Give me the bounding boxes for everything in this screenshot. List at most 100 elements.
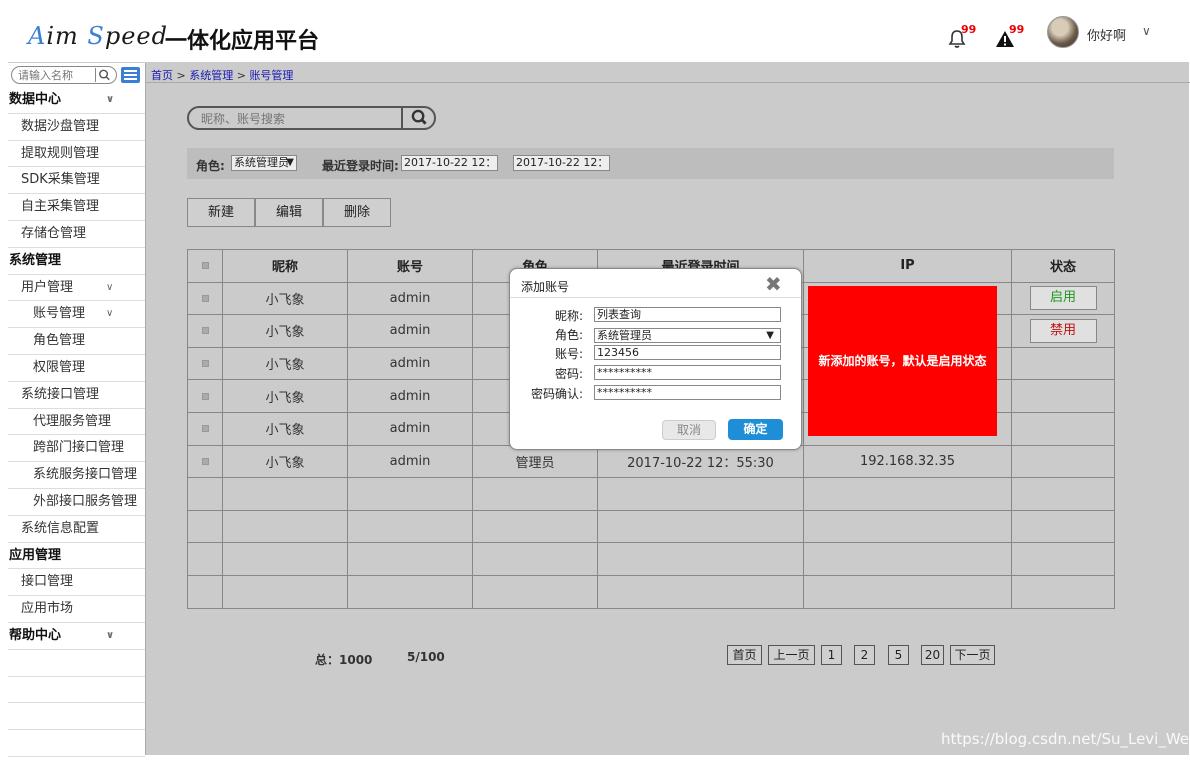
table-cell-nickname: 小飞象: [222, 314, 348, 348]
pager-page-5[interactable]: 5: [888, 645, 909, 665]
sidebar-item[interactable]: 系统管理: [8, 248, 145, 275]
row-select-cell[interactable]: [187, 444, 223, 479]
sidebar-item-label: 系统服务接口管理: [33, 467, 138, 483]
row-select-cell[interactable]: [187, 411, 223, 446]
password-label: 密码:: [554, 367, 583, 381]
confirm-button[interactable]: 确定: [728, 419, 783, 440]
checkbox[interactable]: [201, 327, 209, 335]
sidebar-item[interactable]: 接口管理: [8, 569, 145, 597]
sidebar-search: [11, 66, 117, 84]
cancel-button[interactable]: 取消: [662, 420, 716, 440]
enable-button[interactable]: 启用: [1029, 286, 1097, 311]
confirm-password-label: 密码确认:: [530, 387, 583, 401]
table-cell-status: [1011, 379, 1115, 413]
sidebar-item-label: 账号管理: [33, 306, 86, 322]
sidebar-item[interactable]: 角色管理: [8, 328, 145, 355]
divider: [510, 297, 801, 298]
sidebar-item[interactable]: 系统接口管理: [8, 382, 145, 409]
table-cell-status: [1011, 444, 1115, 479]
row-select-cell[interactable]: [187, 379, 223, 413]
table-cell-account: admin: [347, 281, 473, 316]
table-cell-empty: [472, 509, 598, 544]
breadcrumb-home[interactable]: 首页: [151, 69, 173, 82]
row-select-cell[interactable]: [187, 346, 223, 381]
sidebar-search-input[interactable]: [18, 68, 93, 82]
delete-button[interactable]: 删除: [323, 198, 391, 227]
role-filter-label: 角色:: [196, 159, 225, 173]
checkbox[interactable]: [201, 425, 209, 433]
sidebar-item[interactable]: 存储仓管理: [8, 221, 145, 248]
chevron-down-icon[interactable]: ∨: [1142, 24, 1151, 38]
account-field[interactable]: 123456: [594, 345, 781, 360]
pager-page-20[interactable]: 20: [921, 645, 944, 665]
sidebar-item[interactable]: SDK采集管理: [8, 167, 145, 195]
role-filter-select[interactable]: 系统管理员 ▼: [231, 155, 297, 171]
row-select-cell[interactable]: [187, 314, 223, 348]
pager-page-1[interactable]: 1: [821, 645, 842, 665]
search-icon[interactable]: [95, 68, 113, 82]
pager-first[interactable]: 首页: [727, 645, 762, 665]
pager-next[interactable]: 下一页: [950, 645, 995, 665]
sidebar-item[interactable]: 数据中心 ∨: [8, 87, 145, 114]
table-cell-empty: [1011, 477, 1115, 511]
checkbox[interactable]: [201, 294, 209, 302]
sidebar-item[interactable]: 用户管理 ∨: [8, 275, 145, 302]
checkbox[interactable]: [201, 262, 209, 270]
nickname-label: 昵称:: [554, 309, 583, 323]
sidebar-item[interactable]: 帮助中心 ∨: [8, 623, 145, 650]
close-icon[interactable]: ✖: [765, 272, 782, 296]
table-cell-empty: [1011, 509, 1115, 544]
sidebar-empty-row: [8, 650, 145, 677]
table-cell-empty: [222, 574, 348, 609]
breadcrumb-system[interactable]: 系统管理: [189, 69, 233, 82]
sidebar-item[interactable]: 系统服务接口管理: [8, 462, 145, 489]
role-select[interactable]: 系统管理员 ▼: [594, 328, 781, 343]
table-cell-status: [1011, 346, 1115, 381]
list-view-icon[interactable]: [121, 67, 140, 83]
table-cell-empty: [347, 477, 473, 511]
sidebar-item[interactable]: 账号管理 ∨: [8, 301, 145, 329]
login-time-from[interactable]: 2017-10-22 12：55: [401, 155, 498, 171]
sidebar-item[interactable]: 权限管理: [8, 355, 145, 382]
add-account-dialog: 添加账号 ✖ 昵称: 列表查询 角色: 系统管理员 ▼ 账号: 123456 密…: [509, 268, 802, 450]
sidebar-item[interactable]: 应用管理: [8, 543, 145, 570]
sidebar-item[interactable]: 提取规则管理: [8, 141, 145, 168]
chevron-down-icon[interactable]: ∨: [106, 301, 113, 327]
password-field[interactable]: **********: [594, 365, 781, 380]
search-input[interactable]: [201, 111, 401, 127]
login-time-to[interactable]: 2017-10-22 12：55: [513, 155, 610, 171]
disable-button[interactable]: 禁用: [1029, 318, 1097, 343]
edit-button[interactable]: 编辑: [255, 198, 323, 227]
sidebar-item-label: 帮助中心: [9, 627, 62, 643]
checkbox[interactable]: [201, 360, 209, 368]
search-icon[interactable]: [401, 106, 436, 130]
chevron-down-icon[interactable]: ∨: [106, 87, 114, 113]
new-button[interactable]: 新建: [187, 198, 255, 227]
row-select-cell[interactable]: [187, 281, 223, 316]
select-all-header[interactable]: [187, 249, 223, 283]
sidebar-item[interactable]: 应用市场: [8, 596, 145, 623]
breadcrumb-current[interactable]: 账号管理: [249, 69, 293, 82]
chevron-down-icon[interactable]: ∨: [106, 275, 113, 301]
confirm-password-field[interactable]: **********: [594, 385, 781, 400]
sidebar-item[interactable]: 数据沙盘管理: [8, 114, 145, 141]
checkbox[interactable]: [201, 457, 209, 465]
sidebar-item[interactable]: 代理服务管理: [8, 409, 145, 436]
sidebar-item[interactable]: 外部接口服务管理: [8, 489, 145, 516]
sidebar-item-label: 系统接口管理: [21, 386, 100, 402]
nickname-field[interactable]: 列表查询: [594, 307, 781, 322]
table-cell-empty: [472, 477, 598, 511]
avatar[interactable]: [1047, 16, 1079, 48]
table-cell-empty: [222, 509, 348, 544]
pager-page-2[interactable]: 2: [854, 645, 875, 665]
username[interactable]: 你好啊: [1087, 25, 1126, 44]
sidebar-item[interactable]: 跨部门接口管理: [8, 435, 145, 463]
sidebar-item[interactable]: 系统信息配置: [8, 516, 145, 543]
table-row-empty: [187, 542, 1115, 576]
table-cell-empty: [222, 542, 348, 576]
table-cell-empty: [803, 574, 1012, 609]
chevron-down-icon[interactable]: ∨: [106, 623, 114, 649]
sidebar-item[interactable]: 自主采集管理: [8, 194, 145, 221]
pager-prev[interactable]: 上一页: [768, 645, 815, 665]
checkbox[interactable]: [201, 392, 209, 400]
